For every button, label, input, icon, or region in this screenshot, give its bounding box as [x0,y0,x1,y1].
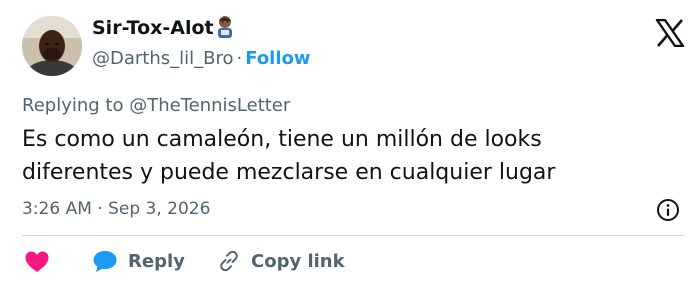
x-logo-icon[interactable] [655,19,685,47]
reply-button[interactable]: Reply [92,245,185,277]
handle-separator: · [236,48,243,69]
reply-context: Replying to @TheTennisLetter [22,95,290,116]
author-handle[interactable]: @Darths_lil_Bro [92,48,234,69]
follow-button[interactable]: Follow [245,48,310,69]
avatar[interactable] [22,16,82,76]
tweet-text-line: Es como un camaleón, tiene un millón de … [22,127,542,152]
action-bar: Reply Copy link [22,245,682,277]
technologist-emoji-icon [218,16,232,38]
display-name[interactable]: Sir-Tox-Alot [92,17,214,39]
info-icon[interactable] [656,198,680,222]
avatar-photo [22,16,82,76]
copy-link-label: Copy link [251,250,345,272]
heart-icon[interactable] [24,250,50,274]
speech-bubble-icon [93,251,117,272]
tweet-text: Es como un camaleón, tiene un millón de … [22,123,682,189]
copy-link-button[interactable]: Copy link [217,245,345,277]
tweet-card: Sir-Tox-Alot @Darths_lil_Bro · Follow Repl… [0,0,700,287]
reply-context-prefix: Replying to [22,95,124,116]
divider [22,235,685,236]
tweet-text-line: diferentes y puede mezclarse en cualquie… [22,160,556,185]
tweet-timestamp[interactable]: 3:26 AM · Sep 3, 2026 [22,199,210,219]
reply-mention-link[interactable]: @TheTennisLetter [129,95,290,116]
link-icon [220,250,238,272]
author-handle-row: @Darths_lil_Bro · Follow [92,48,311,69]
reply-label: Reply [128,250,185,272]
